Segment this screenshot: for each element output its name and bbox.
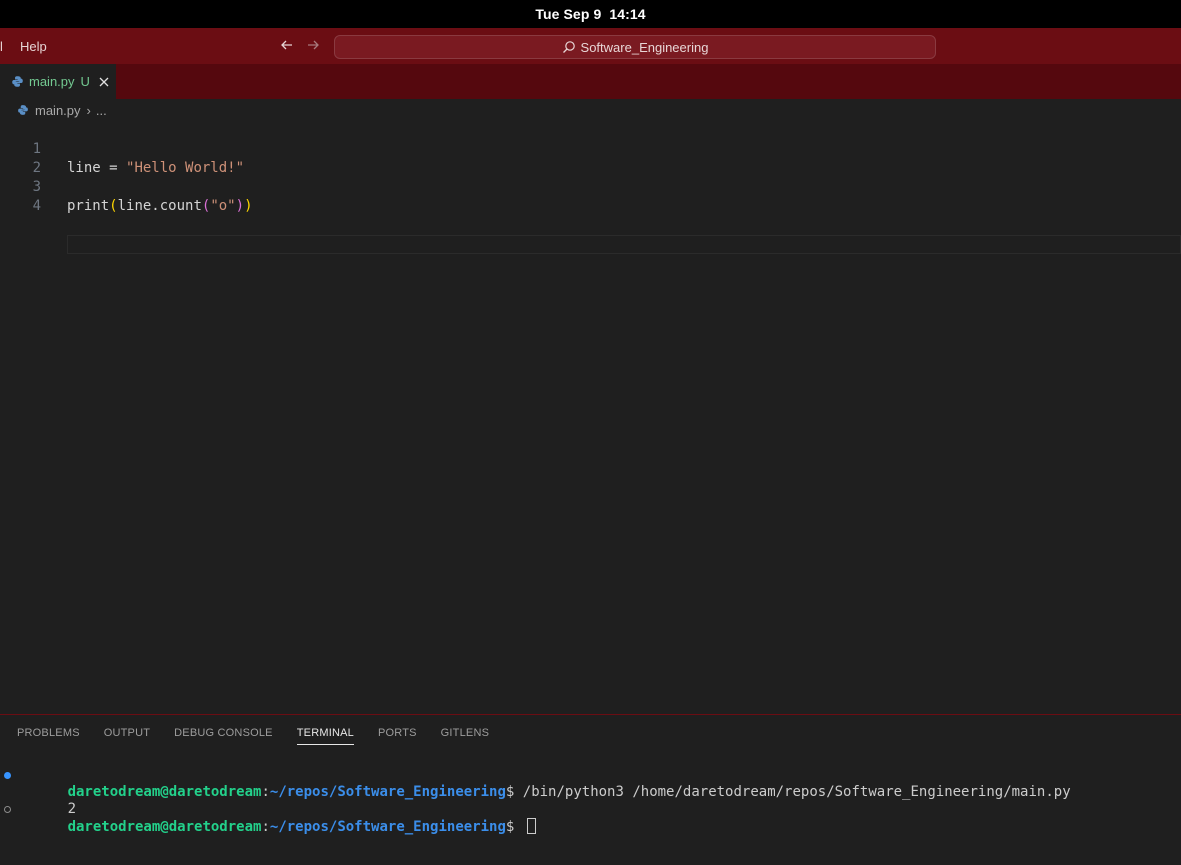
- breadcrumb-file[interactable]: main.py: [35, 103, 81, 118]
- tab-terminal[interactable]: TERMINAL: [296, 727, 354, 745]
- tab-gitlens[interactable]: GITLENS: [441, 727, 489, 745]
- tab-filename: main.py: [29, 74, 75, 89]
- terminal-line: 2: [0, 784, 1181, 817]
- python-file-icon: [18, 105, 28, 115]
- terminal-path: ~/repos/Software_Engineering: [269, 819, 506, 835]
- terminal-user: daretodream@daretodream: [67, 819, 262, 835]
- terminal-cursor: [526, 818, 536, 834]
- search-label: Software_Engineering: [580, 39, 709, 55]
- code-editor[interactable]: 1 line = "Hello World!" 2 3 print(line.c…: [0, 121, 1181, 714]
- title-bar: l Help Software_Engineering: [0, 28, 1181, 64]
- untracked-badge: U: [80, 74, 90, 89]
- terminal-line: daretodream@daretodream:~/repos/Software…: [0, 801, 1181, 835]
- tab-output[interactable]: OUTPUT: [104, 727, 150, 745]
- code-line[interactable]: 2: [0, 140, 1181, 176]
- system-top-bar: Tue Sep 9 14:14: [0, 0, 1181, 28]
- code-line[interactable]: 3 print(line.count("o")): [0, 159, 1181, 214]
- system-clock[interactable]: Tue Sep 9 14:14: [535, 6, 645, 22]
- code-line[interactable]: 1 line = "Hello World!": [0, 121, 1181, 176]
- python-file-icon: [12, 76, 23, 87]
- tab-problems[interactable]: PROBLEMS: [17, 727, 80, 745]
- line-number: 4: [32, 198, 41, 214]
- menu-item-partial[interactable]: l: [0, 39, 3, 54]
- code-content: print(line.count("o")): [67, 197, 253, 216]
- token-bracket: ): [235, 198, 245, 214]
- current-line-highlight: [67, 235, 1181, 254]
- panel-tab-bar: PROBLEMS OUTPUT DEBUG CONSOLE TERMINAL P…: [17, 727, 489, 745]
- terminal[interactable]: daretodream@daretodream:~/repos/Software…: [0, 767, 1181, 835]
- editor-tab-strip: main.py U: [0, 64, 1181, 99]
- token-string: "o": [210, 198, 236, 214]
- tab-ports[interactable]: PORTS: [378, 727, 417, 745]
- tab-debug-console[interactable]: DEBUG CONSOLE: [174, 727, 273, 745]
- command-success-icon[interactable]: [4, 772, 11, 779]
- breadcrumb: main.py › ...: [0, 99, 1181, 121]
- search-icon: [562, 41, 575, 53]
- breadcrumb-symbols[interactable]: ...: [96, 103, 107, 118]
- arrow-left-icon[interactable]: [279, 37, 295, 53]
- terminal-prompt: $: [505, 819, 523, 835]
- close-icon[interactable]: [98, 76, 110, 88]
- token-function: print: [67, 198, 110, 214]
- terminal-line: daretodream@daretodream:~/repos/Software…: [0, 767, 1181, 800]
- menu-item-help[interactable]: Help: [20, 39, 47, 54]
- chevron-right-icon: ›: [86, 102, 91, 118]
- token-method-call: line.count: [117, 198, 202, 214]
- tab-main-py[interactable]: main.py U: [0, 64, 116, 99]
- bottom-panel: PROBLEMS OUTPUT DEBUG CONSOLE TERMINAL P…: [0, 714, 1181, 865]
- command-pending-icon[interactable]: [4, 806, 11, 813]
- token-bracket: (: [109, 198, 118, 214]
- command-center-search[interactable]: Software_Engineering: [334, 35, 936, 59]
- arrow-right-icon[interactable]: [305, 37, 321, 53]
- code-line[interactable]: 4: [0, 178, 1181, 254]
- token-bracket: ): [244, 198, 253, 214]
- terminal-colon: :: [261, 819, 270, 835]
